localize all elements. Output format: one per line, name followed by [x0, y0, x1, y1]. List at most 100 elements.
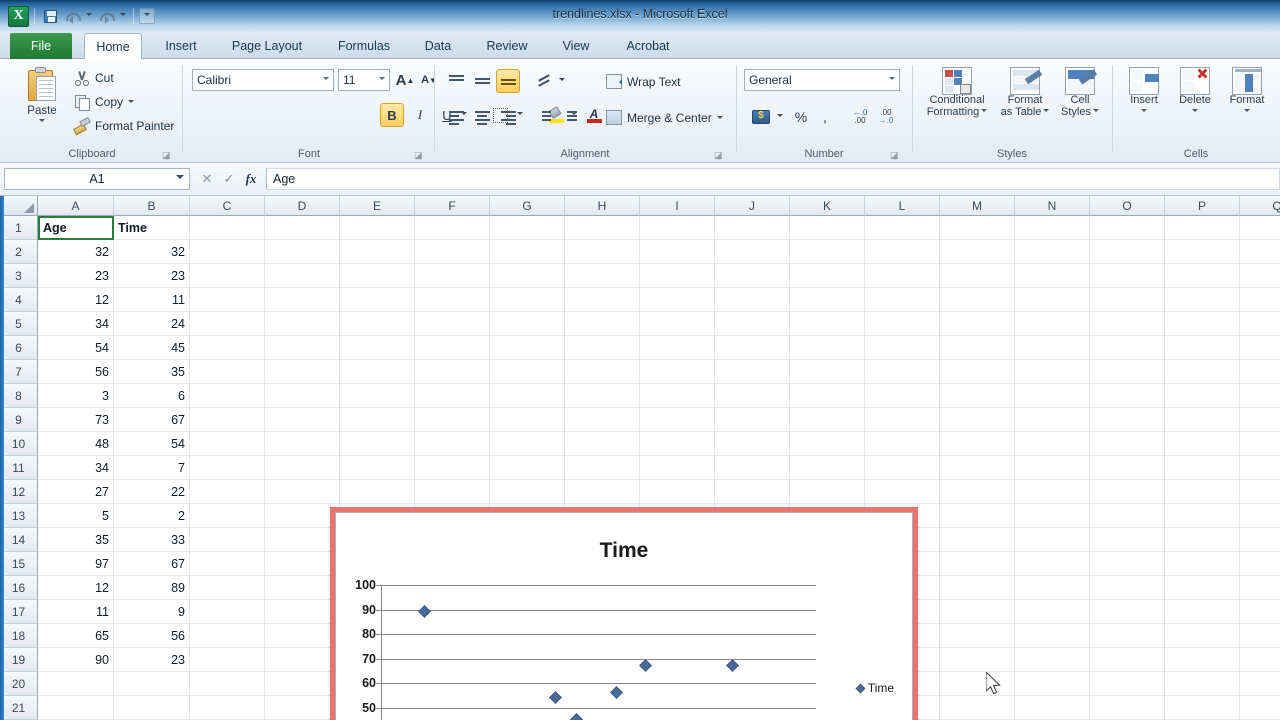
table-cell[interactable] [565, 240, 640, 264]
table-cell[interactable] [1090, 696, 1165, 720]
table-cell[interactable] [715, 264, 790, 288]
column-header-q[interactable]: Q [1240, 196, 1280, 216]
table-cell[interactable] [490, 288, 565, 312]
table-cell[interactable] [1090, 264, 1165, 288]
table-cell[interactable] [940, 552, 1015, 576]
table-cell[interactable] [715, 384, 790, 408]
table-cell[interactable] [340, 384, 415, 408]
cell-b2[interactable]: 32 [114, 240, 190, 264]
table-cell[interactable] [865, 216, 940, 240]
table-cell[interactable] [265, 360, 340, 384]
table-cell[interactable] [415, 456, 490, 480]
table-cell[interactable] [415, 264, 490, 288]
insert-cells-button[interactable]: Insert [1120, 67, 1168, 115]
table-cell[interactable] [1165, 552, 1240, 576]
shrink-font-button[interactable]: A ▼ [418, 69, 440, 91]
table-cell[interactable] [1165, 264, 1240, 288]
cell-styles-button[interactable]: Cell Styles [1056, 67, 1104, 118]
table-cell[interactable] [415, 216, 490, 240]
table-cell[interactable] [1165, 624, 1240, 648]
table-cell[interactable] [1165, 360, 1240, 384]
table-cell[interactable] [715, 336, 790, 360]
table-cell[interactable] [640, 312, 715, 336]
align-right-button[interactable] [496, 105, 520, 129]
wrap-text-button[interactable]: Wrap Text [606, 71, 681, 92]
table-cell[interactable] [340, 336, 415, 360]
format-cells-button[interactable]: Format [1222, 67, 1272, 115]
row-header-1[interactable]: 1 [0, 216, 38, 240]
table-cell[interactable] [940, 624, 1015, 648]
column-header-j[interactable]: J [715, 196, 790, 216]
table-cell[interactable] [340, 480, 415, 504]
font-dialog-launcher-icon[interactable]: ◪ [414, 150, 424, 160]
tab-view[interactable]: View [548, 33, 604, 59]
table-cell[interactable] [565, 216, 640, 240]
table-cell[interactable] [415, 384, 490, 408]
table-cell[interactable] [565, 288, 640, 312]
table-cell[interactable] [190, 384, 265, 408]
cell-b12[interactable]: 22 [114, 480, 190, 504]
table-cell[interactable] [1240, 312, 1280, 336]
table-cell[interactable] [190, 648, 265, 672]
column-header-f[interactable]: F [415, 196, 490, 216]
table-cell[interactable] [1090, 288, 1165, 312]
align-middle-button[interactable] [470, 69, 494, 93]
table-cell[interactable] [940, 696, 1015, 720]
table-cell[interactable] [640, 360, 715, 384]
table-cell[interactable] [940, 312, 1015, 336]
table-cell[interactable] [38, 672, 114, 696]
table-cell[interactable] [865, 336, 940, 360]
table-cell[interactable] [190, 504, 265, 528]
cell-b1[interactable]: Time [114, 216, 190, 240]
align-center-button[interactable] [470, 105, 494, 129]
tab-insert[interactable]: Insert [152, 33, 210, 59]
decrease-indent-button[interactable] [532, 105, 556, 129]
table-cell[interactable] [940, 456, 1015, 480]
cell-b18[interactable]: 56 [114, 624, 190, 648]
table-cell[interactable] [265, 456, 340, 480]
table-cell[interactable] [1240, 264, 1280, 288]
table-cell[interactable] [340, 288, 415, 312]
italic-button[interactable]: I [408, 103, 432, 127]
table-cell[interactable] [1015, 384, 1090, 408]
table-cell[interactable] [865, 312, 940, 336]
table-cell[interactable] [1165, 288, 1240, 312]
table-cell[interactable] [865, 480, 940, 504]
table-cell[interactable] [415, 288, 490, 312]
table-cell[interactable] [1165, 384, 1240, 408]
table-cell[interactable] [1240, 648, 1280, 672]
cell-b4[interactable]: 11 [114, 288, 190, 312]
orientation-button[interactable] [532, 69, 556, 93]
table-cell[interactable] [1015, 480, 1090, 504]
table-cell[interactable] [940, 648, 1015, 672]
table-cell[interactable] [715, 456, 790, 480]
table-cell[interactable] [940, 360, 1015, 384]
table-cell[interactable] [190, 528, 265, 552]
table-cell[interactable] [1090, 360, 1165, 384]
table-cell[interactable] [565, 336, 640, 360]
table-cell[interactable] [640, 408, 715, 432]
table-cell[interactable] [1090, 648, 1165, 672]
tab-page-layout[interactable]: Page Layout [216, 33, 318, 59]
alignment-dialog-launcher-icon[interactable]: ◪ [714, 150, 724, 160]
table-cell[interactable] [1015, 576, 1090, 600]
cell-b3[interactable]: 23 [114, 264, 190, 288]
table-cell[interactable] [640, 336, 715, 360]
table-cell[interactable] [490, 216, 565, 240]
table-cell[interactable] [265, 288, 340, 312]
table-cell[interactable] [1240, 288, 1280, 312]
cell-b10[interactable]: 54 [114, 432, 190, 456]
format-as-table-button[interactable]: Format as Table [996, 67, 1054, 118]
column-header-h[interactable]: H [565, 196, 640, 216]
formula-input[interactable]: Age [266, 168, 1280, 190]
table-cell[interactable] [565, 408, 640, 432]
format-painter-button[interactable]: Format Painter [74, 115, 174, 136]
table-cell[interactable] [1015, 408, 1090, 432]
column-header-d[interactable]: D [265, 196, 340, 216]
table-cell[interactable] [490, 240, 565, 264]
table-cell[interactable] [1015, 432, 1090, 456]
cell-b15[interactable]: 67 [114, 552, 190, 576]
table-cell[interactable] [265, 504, 340, 528]
cell-b9[interactable]: 67 [114, 408, 190, 432]
column-header-e[interactable]: E [340, 196, 415, 216]
